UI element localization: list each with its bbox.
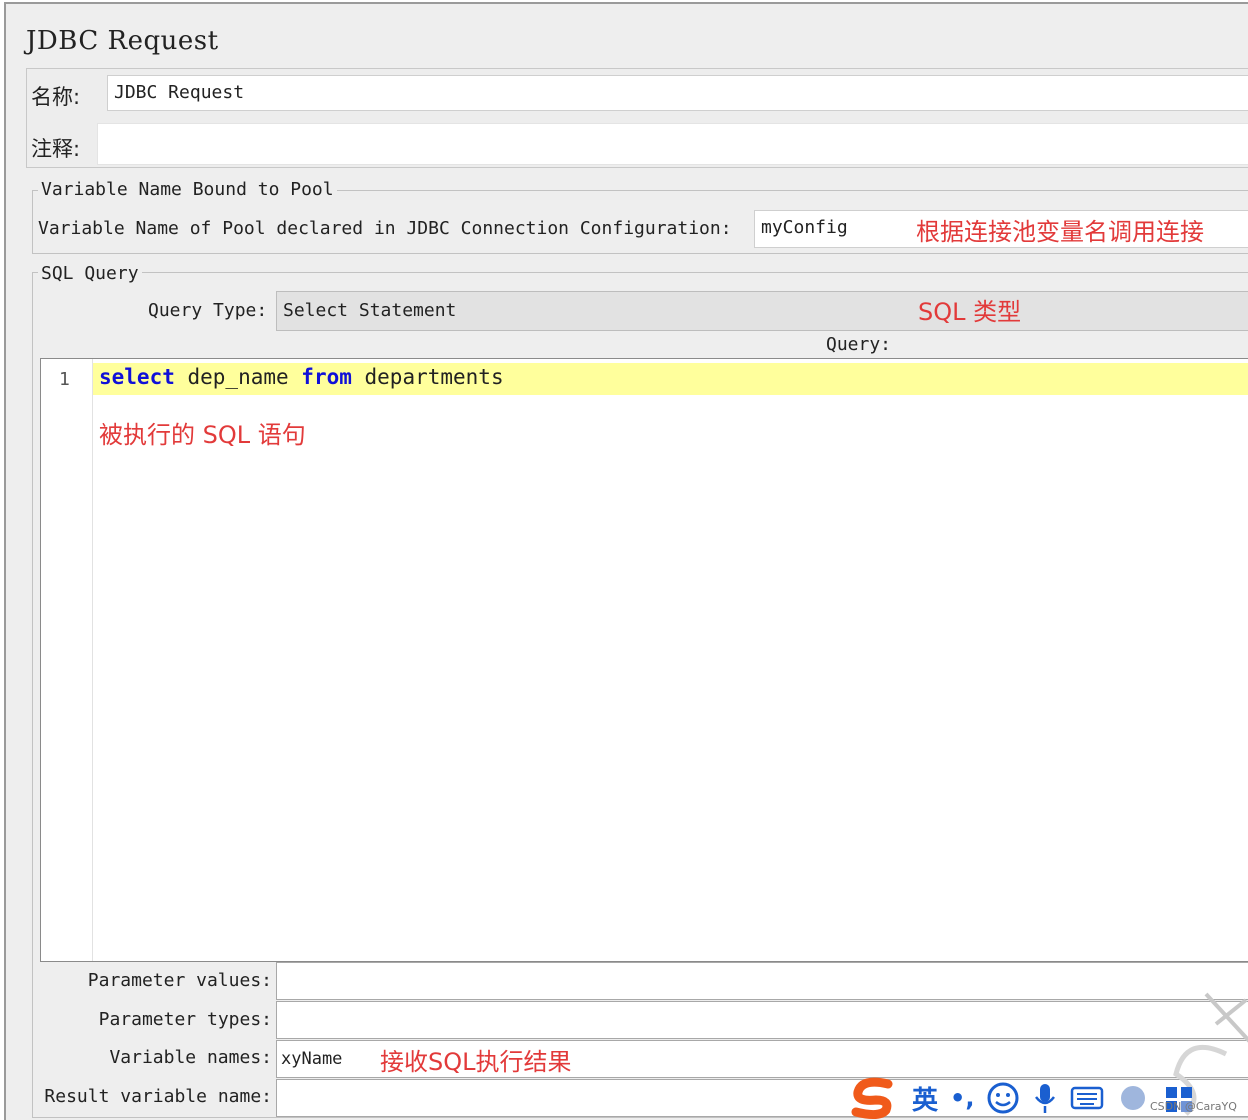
query-type-label: Query Type:	[148, 300, 268, 321]
comment-label: 注释:	[31, 137, 81, 161]
comment-input[interactable]	[97, 123, 1248, 165]
pool-variable-label: Variable Name of Pool declared in JDBC C…	[38, 218, 732, 239]
code-text-2: departments	[351, 365, 504, 389]
emoji-icon[interactable]	[986, 1081, 1020, 1115]
variable-names-annotation: 接收SQL执行结果	[380, 1048, 572, 1076]
variable-names-value: xyName	[281, 1049, 343, 1069]
pool-annotation: 根据连接池变量名调用连接	[916, 218, 1204, 246]
query-type-select[interactable]: Select Statement	[276, 291, 1248, 331]
parameter-types-input[interactable]	[276, 1001, 1248, 1039]
parameter-types-label: Parameter types:	[98, 1009, 272, 1030]
sql-code-line: select dep_name from departments	[99, 365, 504, 389]
code-text-1: dep_name	[174, 365, 302, 389]
pool-variable-value: myConfig	[761, 217, 848, 238]
jdbc-request-panel: JDBC Request 名称: JDBC Request 注释: Variab…	[4, 2, 1248, 1120]
query-type-value: Select Statement	[283, 300, 457, 321]
keyword-from: from	[301, 365, 352, 389]
sql-query-legend: SQL Query	[38, 263, 142, 284]
line-number: 1	[59, 369, 70, 390]
name-comment-box: 名称: JDBC Request 注释:	[26, 68, 1248, 168]
keyboard-icon[interactable]	[1070, 1084, 1104, 1112]
csdn-watermark: CSDN @CaraYQ	[1150, 1100, 1237, 1113]
ime-lang-toggle[interactable]: 英	[912, 1080, 938, 1117]
ime-punct-toggle[interactable]: •,	[950, 1084, 974, 1112]
name-label: 名称:	[31, 85, 81, 109]
sogou-logo-icon[interactable]	[848, 1076, 900, 1120]
microphone-icon[interactable]	[1032, 1081, 1058, 1115]
result-variable-label: Result variable name:	[44, 1086, 272, 1107]
line-number-gutter: 1	[41, 359, 93, 961]
parameter-values-input[interactable]	[276, 962, 1248, 1000]
panel-title: JDBC Request	[26, 26, 219, 56]
ime-toolbar: 英 •,	[848, 1076, 1196, 1120]
name-input[interactable]: JDBC Request	[107, 75, 1248, 111]
variable-names-label: Variable names:	[109, 1047, 272, 1068]
query-annotation: 被执行的 SQL 语句	[99, 421, 306, 449]
parameter-values-label: Parameter values:	[87, 970, 272, 991]
query-label: Query:	[826, 334, 892, 355]
pool-group-legend: Variable Name Bound to Pool	[38, 179, 337, 200]
query-type-annotation: SQL 类型	[918, 298, 1022, 326]
query-editor[interactable]: 1 select dep_name from departments 被执行的 …	[40, 358, 1248, 962]
skin-icon[interactable]	[1116, 1081, 1150, 1115]
keyword-select: select	[99, 365, 175, 389]
